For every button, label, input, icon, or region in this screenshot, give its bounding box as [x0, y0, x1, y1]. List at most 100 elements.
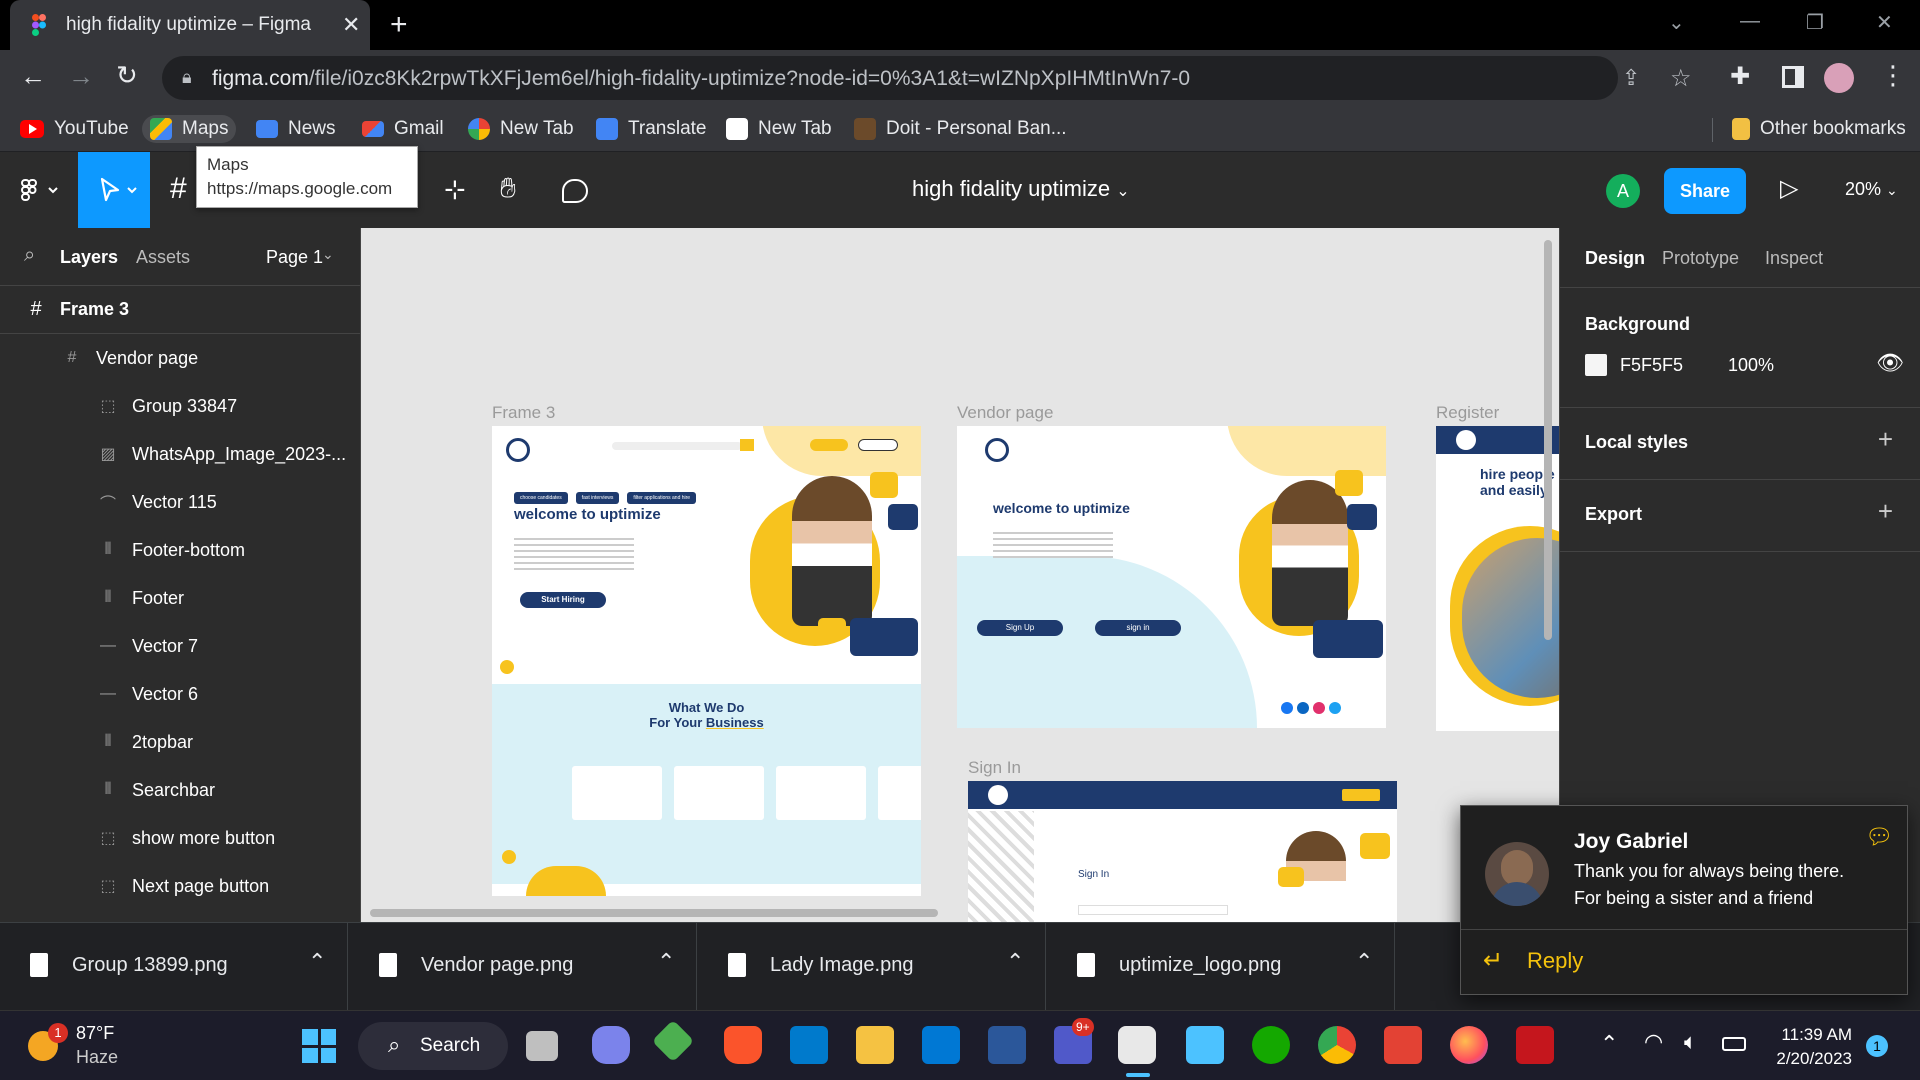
- add-style-icon[interactable]: +: [1878, 424, 1893, 455]
- chevron-up-icon[interactable]: ⌃: [1006, 949, 1024, 975]
- minimize-icon[interactable]: —: [1740, 10, 1760, 33]
- vendor-page-frame[interactable]: welcome to uptimize Sign Up sign in: [957, 426, 1386, 728]
- git-app-icon[interactable]: [651, 1019, 695, 1063]
- tab-inspect[interactable]: Inspect: [1765, 248, 1823, 269]
- show-hidden-icons-icon[interactable]: ⌃: [1600, 1031, 1618, 1057]
- layer-row[interactable]: ⬚ Group 33847: [0, 382, 360, 430]
- file-title[interactable]: high fidality uptimize ⌄: [912, 176, 1130, 202]
- file-explorer-icon[interactable]: [856, 1026, 894, 1064]
- layer-row[interactable]: # Vendor page: [0, 334, 360, 382]
- acrobat-icon[interactable]: [1516, 1026, 1554, 1064]
- collaborator-avatar[interactable]: A: [1606, 174, 1640, 208]
- bookmark-news[interactable]: News: [256, 115, 336, 143]
- figma-main-menu[interactable]: [20, 178, 60, 202]
- tab-design[interactable]: Design: [1585, 248, 1645, 269]
- start-windows-icon[interactable]: [302, 1029, 336, 1063]
- resources-icon[interactable]: ⊹: [444, 174, 466, 205]
- tab-close-icon[interactable]: ✕: [342, 12, 360, 38]
- bookmark-youtube[interactable]: YouTube: [20, 115, 129, 143]
- chevron-up-icon[interactable]: ⌃: [308, 949, 326, 975]
- layer-row[interactable]: ▨ WhatsApp_Image_2023-...: [0, 430, 360, 478]
- present-play-icon[interactable]: ▷: [1780, 174, 1798, 203]
- notification-center-badge[interactable]: 1: [1866, 1035, 1888, 1057]
- layer-row[interactable]: ⌒ Vector 115: [0, 478, 360, 526]
- frame-label-register[interactable]: Register: [1436, 403, 1499, 423]
- frame-tool-icon[interactable]: #: [170, 172, 187, 206]
- chat-app-icon[interactable]: [592, 1026, 630, 1064]
- bookmark-maps[interactable]: Maps: [142, 115, 237, 143]
- tab-assets[interactable]: Assets: [136, 247, 190, 268]
- vertical-scrollbar[interactable]: [1544, 240, 1552, 640]
- chrome-menu-icon[interactable]: ⋮: [1880, 60, 1906, 91]
- notepad-icon[interactable]: [1186, 1026, 1224, 1064]
- profile-avatar[interactable]: [1824, 63, 1854, 93]
- firefox-icon[interactable]: [1450, 1026, 1488, 1064]
- layer-row[interactable]: ⦀ Footer-bottom: [0, 526, 360, 574]
- share-page-icon[interactable]: ⇪: [1622, 65, 1640, 91]
- bookmark-star-icon[interactable]: ☆: [1670, 64, 1692, 93]
- layer-row[interactable]: — Vector 6: [0, 670, 360, 718]
- layer-row[interactable]: ⦀ Footer: [0, 574, 360, 622]
- tab-prototype[interactable]: Prototype: [1662, 248, 1739, 269]
- layer-row[interactable]: ⦀ 2topbar: [0, 718, 360, 766]
- vscode-icon[interactable]: [790, 1026, 828, 1064]
- snipping-tool-icon[interactable]: [1118, 1026, 1156, 1064]
- page-selector[interactable]: Page 1: [266, 247, 323, 268]
- restore-icon[interactable]: ❐: [1806, 10, 1824, 35]
- taskbar-search[interactable]: ⌕ Search: [358, 1022, 508, 1070]
- bookmark-new-tab-1[interactable]: New Tab: [468, 115, 574, 143]
- message-notification[interactable]: Joy Gabriel Thank you for always being t…: [1460, 805, 1908, 995]
- frame-label-vendor[interactable]: Vendor page: [957, 403, 1053, 423]
- reply-button[interactable]: ↵ Reply: [1461, 929, 1907, 995]
- pdf-editor-icon[interactable]: [1384, 1026, 1422, 1064]
- chrome-icon[interactable]: [1318, 1026, 1356, 1064]
- download-item[interactable]: uptimize_logo.png ⌃: [1047, 923, 1395, 1011]
- battery-icon[interactable]: [1722, 1037, 1746, 1051]
- add-export-icon[interactable]: +: [1878, 496, 1893, 527]
- brave-browser-icon[interactable]: [724, 1026, 762, 1064]
- task-view-icon[interactable]: [526, 1031, 558, 1061]
- bookmark-new-tab-2[interactable]: New Tab: [726, 115, 832, 143]
- chevron-up-icon[interactable]: ⌃: [1355, 949, 1373, 975]
- browser-tab-figma[interactable]: high fidality uptimize – Figma ✕: [10, 0, 370, 50]
- layer-row[interactable]: — Vector 7: [0, 622, 360, 670]
- zoom-dropdown[interactable]: 20% ⌄: [1845, 179, 1898, 200]
- tab-search-icon[interactable]: ⌄: [1668, 10, 1685, 35]
- frame-label-signin[interactable]: Sign In: [968, 758, 1021, 778]
- background-hex-input[interactable]: F5F5F5: [1620, 355, 1683, 376]
- comment-tool-icon[interactable]: [562, 179, 588, 203]
- download-item[interactable]: Lady Image.png ⌃: [698, 923, 1046, 1011]
- bookmark-doit[interactable]: Doit - Personal Ban...: [854, 115, 1067, 143]
- bookmark-gmail[interactable]: Gmail: [362, 115, 444, 143]
- layer-row[interactable]: ⬚ show more button: [0, 814, 360, 862]
- system-clock[interactable]: 11:39 AM 2/20/2023: [1766, 1023, 1852, 1071]
- chevron-up-icon[interactable]: ⌃: [657, 949, 675, 975]
- word-icon[interactable]: [988, 1026, 1026, 1064]
- forward-icon[interactable]: →: [68, 61, 94, 92]
- layer-row[interactable]: ⬚ Next page button: [0, 862, 360, 910]
- wifi-icon[interactable]: ◠: [1644, 1029, 1663, 1055]
- hand-tool-icon[interactable]: ✋︎: [500, 172, 516, 205]
- extensions-icon[interactable]: ✚: [1730, 62, 1750, 91]
- download-item[interactable]: Group 13899.png ⌃: [0, 923, 348, 1011]
- other-bookmarks[interactable]: Other bookmarks: [1732, 115, 1906, 143]
- volume-icon[interactable]: 🔈︎: [1684, 1029, 1697, 1055]
- download-item[interactable]: Vendor page.png ⌃: [349, 923, 697, 1011]
- visibility-eye-icon[interactable]: 👁︎: [1876, 350, 1904, 376]
- signin-frame[interactable]: Sign In: [968, 781, 1397, 922]
- background-opacity-input[interactable]: 100%: [1728, 355, 1774, 376]
- upwork-icon[interactable]: [1252, 1026, 1290, 1064]
- move-tool[interactable]: [78, 152, 150, 228]
- back-icon[interactable]: ←: [20, 61, 46, 92]
- new-tab-icon[interactable]: +: [390, 8, 408, 42]
- search-icon[interactable]: ⌕: [24, 244, 35, 267]
- window-close-icon[interactable]: ✕: [1876, 10, 1893, 35]
- register-frame[interactable]: hire people and easily: [1436, 426, 1559, 731]
- outlook-icon[interactable]: [922, 1026, 960, 1064]
- background-swatch[interactable]: [1585, 354, 1607, 376]
- frame-label-frame3[interactable]: Frame 3: [492, 403, 555, 423]
- horizontal-scrollbar[interactable]: [370, 909, 938, 917]
- frame-3[interactable]: choose candidates fast interviews filter…: [492, 426, 921, 896]
- bookmark-translate[interactable]: Translate: [596, 115, 707, 143]
- layer-row[interactable]: # Frame 3: [0, 286, 360, 334]
